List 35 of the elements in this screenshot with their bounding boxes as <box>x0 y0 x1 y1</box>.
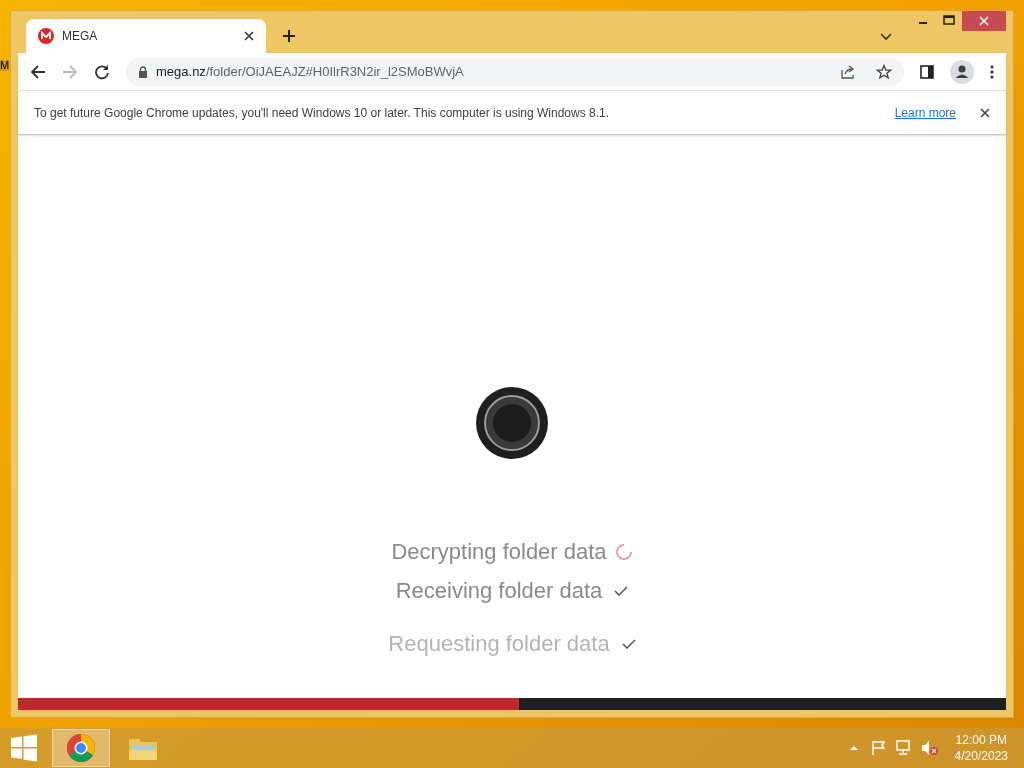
chevron-up-icon[interactable] <box>848 745 859 751</box>
menu-icon[interactable] <box>990 64 994 79</box>
profile-avatar-icon[interactable] <box>950 59 974 84</box>
check-icon <box>621 638 636 649</box>
url-text: mega.nz/folder/OiJAEAJZ#H0IlrR3N2ir_l2SMoBWvjA <box>156 62 465 81</box>
loading-icon <box>614 542 633 561</box>
new-tab-icon[interactable] <box>282 29 296 43</box>
side-panel-icon[interactable] <box>920 64 934 79</box>
share-icon[interactable] <box>840 63 856 80</box>
check-icon <box>614 585 629 596</box>
close-icon <box>979 16 989 26</box>
status-text: Requesting folder data <box>388 630 610 658</box>
taskbar-app[interactable] <box>52 729 110 767</box>
lock-icon <box>138 65 148 78</box>
chrome-logo-icon <box>66 733 96 763</box>
tab-title: MEGA <box>62 28 99 45</box>
status-text: Decrypting folder data <box>391 538 607 566</box>
clock-date: 4/20/2023 <box>954 748 1008 764</box>
chevron-down-icon[interactable] <box>880 33 892 41</box>
muted-speaker-icon[interactable] <box>920 740 939 756</box>
windows-start-icon[interactable] <box>10 734 38 762</box>
close-icon[interactable] <box>980 107 990 118</box>
back-arrow-icon[interactable] <box>30 63 46 80</box>
status-text: Receiving folder data <box>395 577 603 605</box>
reload-icon[interactable] <box>94 63 110 80</box>
address-bar[interactable]: mega.nz/folder/OiJAEAJZ#H0IlrR3N2ir_l2SMoBWvjA <box>126 57 904 86</box>
browser-tab[interactable]: MEGA <box>26 19 266 53</box>
desktop-icon-label: M <box>0 60 10 71</box>
clock-time: 12:00 PM <box>955 732 1007 748</box>
learn-more-link[interactable]: Learn more <box>894 103 956 122</box>
mega-logo-icon <box>38 28 54 44</box>
infobar-message: To get future Google Chrome updates, you'll need Windows 10 or later. This computer is using Windows 8.1. <box>34 104 611 122</box>
loading-spinner-icon <box>476 387 548 459</box>
close-icon[interactable] <box>244 31 254 41</box>
star-icon[interactable] <box>876 63 892 80</box>
